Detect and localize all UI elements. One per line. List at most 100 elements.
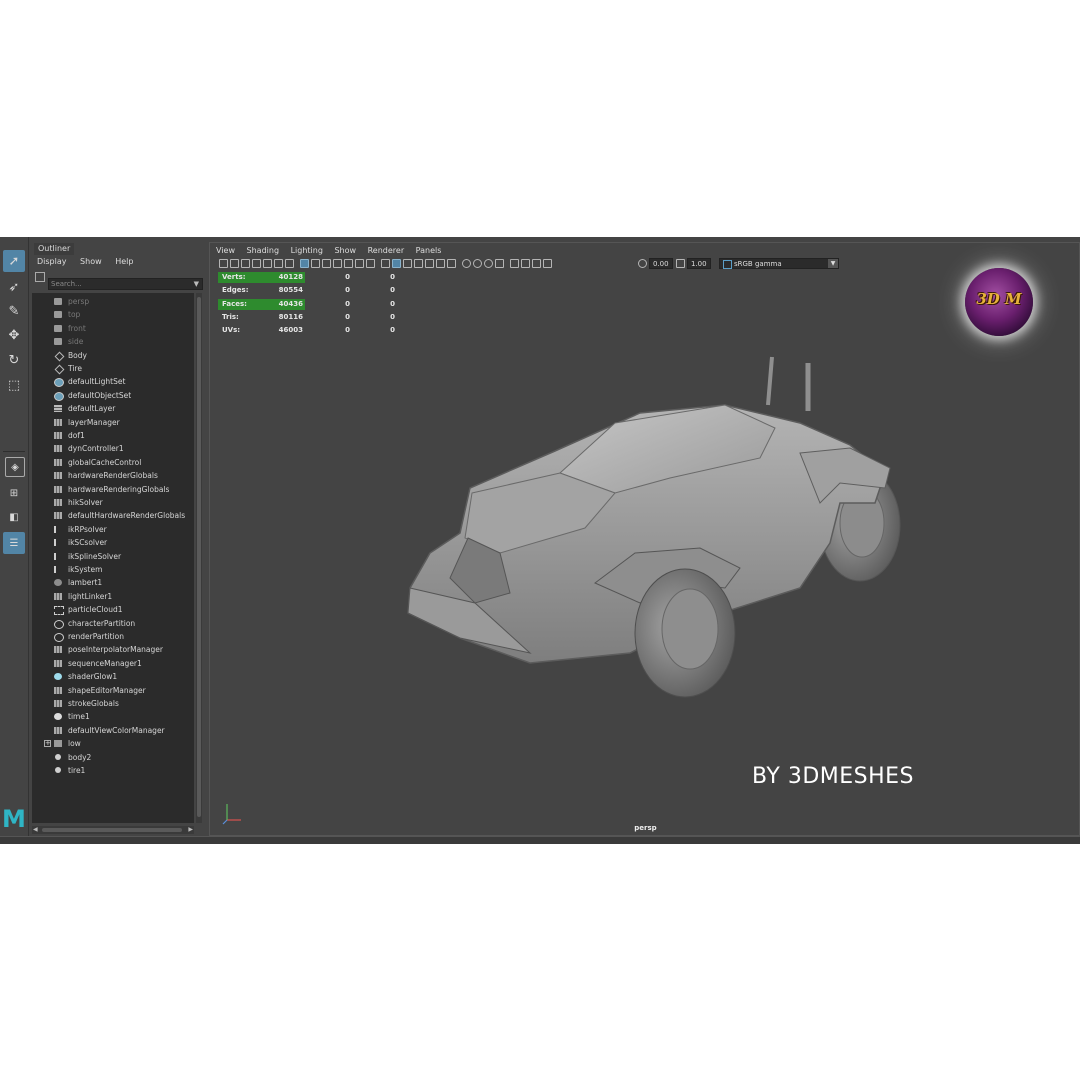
multisample-aa-icon[interactable] — [484, 259, 493, 268]
outliner-item[interactable]: hardwareRenderGlobals — [32, 469, 194, 482]
grid-icon[interactable] — [300, 259, 309, 268]
outliner-item[interactable]: Body — [32, 349, 194, 362]
outliner-item[interactable]: poseInterpolatorManager — [32, 643, 194, 656]
outliner-item[interactable]: tire1 — [32, 764, 194, 777]
outliner-item[interactable]: ikSCsolver — [32, 536, 194, 549]
outliner-item[interactable]: globalCacheControl — [32, 456, 194, 469]
textured-icon[interactable] — [425, 259, 434, 268]
gamma-icon[interactable] — [676, 259, 685, 268]
outliner-item[interactable]: hardwareRenderingGlobals — [32, 483, 194, 496]
outliner-item[interactable]: hikSolver — [32, 496, 194, 509]
select-tool-icon[interactable]: ➚ — [3, 250, 25, 272]
outliner-item[interactable]: dof1 — [32, 429, 194, 442]
outliner-item[interactable]: ikSplineSolver — [32, 550, 194, 563]
wireframe-on-shaded-icon[interactable] — [414, 259, 423, 268]
wireframe-icon[interactable] — [381, 259, 390, 268]
viewport-menu-renderer[interactable]: Renderer — [368, 246, 405, 255]
gamma-field[interactable]: 1.00 — [687, 258, 711, 269]
use-all-lights-icon[interactable] — [436, 259, 445, 268]
outliner-item[interactable]: renderPartition — [32, 630, 194, 643]
viewport-menu-view[interactable]: View — [216, 246, 235, 255]
film-gate-icon[interactable] — [311, 259, 320, 268]
outliner-layout-icon[interactable]: ☰ — [3, 532, 25, 554]
safe-title-icon[interactable] — [366, 259, 375, 268]
outliner-item[interactable]: Tire — [32, 362, 194, 375]
outliner-menu-display[interactable]: Display — [37, 257, 67, 266]
expand-icon[interactable]: + — [44, 740, 51, 748]
outliner-item[interactable]: lambert1 — [32, 576, 194, 589]
four-view-layout-icon[interactable]: ⊞ — [4, 483, 24, 503]
scrollbar-thumb[interactable] — [42, 828, 182, 832]
outliner-item[interactable]: + low — [32, 737, 194, 750]
exposure-icon[interactable] — [638, 259, 647, 268]
outliner-item[interactable]: time1 — [32, 710, 194, 723]
outliner-filter-icon[interactable] — [35, 272, 45, 282]
2d-pan-zoom-icon[interactable] — [274, 259, 283, 268]
lasso-tool-icon[interactable]: ➶ — [3, 276, 25, 298]
outliner-menu-help[interactable]: Help — [115, 257, 133, 266]
outliner-item[interactable]: top — [32, 308, 194, 321]
chevron-down-icon[interactable]: ▼ — [828, 259, 838, 268]
outliner-item[interactable]: characterPartition — [32, 617, 194, 630]
xray-icon[interactable] — [521, 259, 530, 268]
lock-camera-icon[interactable] — [230, 259, 239, 268]
scroll-right-icon[interactable]: ▶ — [188, 826, 193, 833]
viewport-menu-show[interactable]: Show — [334, 246, 356, 255]
outliner-item[interactable]: persp — [32, 295, 194, 308]
paint-select-tool-icon[interactable]: ✎ — [3, 300, 25, 322]
outliner-item[interactable]: strokeGlobals — [32, 697, 194, 710]
outliner-tab[interactable]: Outliner — [34, 243, 75, 255]
vehicle-model[interactable] — [380, 353, 920, 713]
xray-joints-icon[interactable] — [532, 259, 541, 268]
rotate-tool-icon[interactable]: ↻ — [3, 349, 25, 371]
viewport-menu-panels[interactable]: Panels — [416, 246, 442, 255]
motion-blur-icon[interactable] — [473, 259, 482, 268]
outliner-item[interactable]: particleCloud1 — [32, 603, 194, 616]
move-tool-icon[interactable]: ✥ — [3, 324, 25, 346]
outliner-item[interactable]: defaultObjectSet — [32, 389, 194, 402]
two-view-layout-icon[interactable]: ◧ — [4, 507, 24, 527]
outliner-item[interactable]: defaultHardwareRenderGlobals — [32, 509, 194, 522]
viewport-menu-lighting[interactable]: Lighting — [291, 246, 323, 255]
image-plane-icon[interactable] — [263, 259, 272, 268]
outliner-item[interactable]: ikSystem — [32, 563, 194, 576]
chevron-down-icon[interactable]: ▼ — [194, 279, 199, 290]
outliner-vertical-scrollbar[interactable] — [196, 293, 202, 823]
outliner-item[interactable]: sequenceManager1 — [32, 657, 194, 670]
single-view-layout-icon[interactable]: ◈ — [5, 457, 25, 477]
outliner-search-input[interactable]: Search... ▼ — [48, 278, 203, 290]
camera-attributes-icon[interactable] — [241, 259, 250, 268]
scale-tool-icon[interactable]: ⬚ — [3, 374, 25, 396]
field-chart-icon[interactable] — [344, 259, 353, 268]
outliner-item[interactable]: defaultLayer — [32, 402, 194, 415]
screen-space-ao-icon[interactable] — [462, 259, 471, 268]
default-material-icon[interactable] — [403, 259, 412, 268]
viewport-menu-shading[interactable]: Shading — [247, 246, 280, 255]
outliner-item[interactable]: side — [32, 335, 194, 348]
outliner-menu-show[interactable]: Show — [80, 257, 102, 266]
grease-pencil-icon[interactable] — [285, 259, 294, 268]
outliner-item[interactable]: front — [32, 322, 194, 335]
outliner-horizontal-scrollbar[interactable]: ◀ ▶ — [32, 826, 194, 834]
scroll-left-icon[interactable]: ◀ — [33, 826, 38, 833]
outliner-item[interactable]: body2 — [32, 751, 194, 764]
backface-icon[interactable] — [543, 259, 552, 268]
smooth-shade-icon[interactable] — [392, 259, 401, 268]
outliner-item[interactable]: defaultLightSet — [32, 375, 194, 388]
resolution-gate-icon[interactable] — [322, 259, 331, 268]
scrollbar-thumb[interactable] — [197, 297, 201, 817]
shadows-icon[interactable] — [447, 259, 456, 268]
gate-mask-icon[interactable] — [333, 259, 342, 268]
exposure-field[interactable]: 0.00 — [649, 258, 673, 269]
color-space-dropdown[interactable]: sRGB gamma ▼ — [719, 258, 839, 269]
outliner-item[interactable]: ikRPsolver — [32, 523, 194, 536]
depth-of-field-icon[interactable] — [495, 259, 504, 268]
bookmarks-icon[interactable] — [252, 259, 261, 268]
outliner-item[interactable]: layerManager — [32, 416, 194, 429]
safe-action-icon[interactable] — [355, 259, 364, 268]
perspective-viewport[interactable]: View Shading Lighting Show Renderer Pane… — [209, 242, 1080, 836]
select-camera-icon[interactable] — [219, 259, 228, 268]
outliner-item[interactable]: dynController1 — [32, 442, 194, 455]
outliner-item[interactable]: lightLinker1 — [32, 590, 194, 603]
outliner-item[interactable]: shapeEditorManager — [32, 684, 194, 697]
